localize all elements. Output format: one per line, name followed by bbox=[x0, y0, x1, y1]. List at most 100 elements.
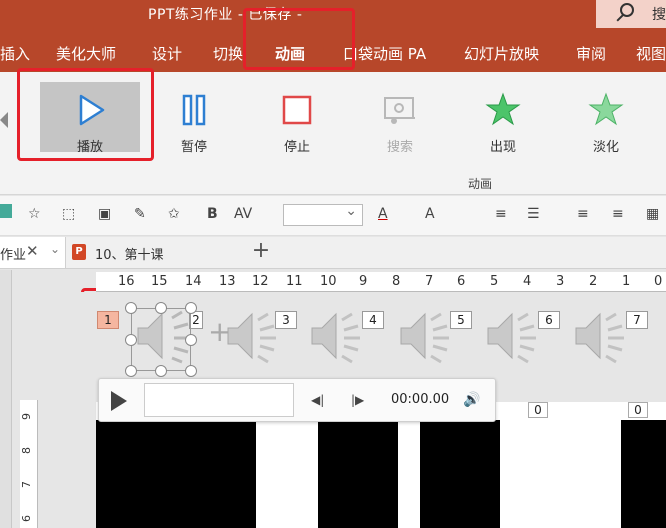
layout-icon[interactable] bbox=[0, 204, 12, 218]
speaker-icon[interactable] bbox=[222, 306, 282, 366]
resize-handle[interactable] bbox=[155, 302, 167, 314]
sound-number: 4 bbox=[362, 311, 384, 329]
tab-view[interactable]: 视图 bbox=[636, 43, 666, 64]
resize-handle[interactable] bbox=[125, 365, 137, 377]
bullets-icon[interactable]: ☰ bbox=[527, 206, 540, 222]
speaker-icon[interactable] bbox=[570, 306, 630, 366]
fade-button-label: 淡化 bbox=[592, 140, 619, 155]
align-center-icon[interactable]: ≡ bbox=[495, 206, 507, 222]
ruler-number: 15 bbox=[151, 274, 168, 289]
star-appear-icon bbox=[485, 92, 521, 126]
animation-group-label: 动画 bbox=[468, 177, 493, 191]
media-player: ◀| |▶ 00:00.00 🔊 bbox=[98, 378, 496, 422]
ruler-number: 4 bbox=[523, 274, 532, 289]
tab-transitions[interactable]: 切换 bbox=[213, 43, 243, 64]
speaker-icon[interactable] bbox=[306, 306, 366, 366]
appear-button[interactable]: 出现 bbox=[453, 82, 553, 155]
close-icon[interactable]: ✕ bbox=[26, 242, 39, 260]
ruler-number: 0 bbox=[654, 274, 663, 289]
ruler-number: 9 bbox=[20, 413, 33, 420]
tab-slideshow[interactable]: 幻灯片放映 bbox=[464, 43, 539, 64]
select-icon[interactable]: ⬚ bbox=[62, 206, 75, 222]
volume-icon[interactable]: 🔊 bbox=[463, 392, 480, 408]
player-play-icon[interactable] bbox=[111, 391, 127, 411]
speaker-icon[interactable] bbox=[482, 306, 542, 366]
align-right-icon[interactable]: ≡ bbox=[612, 206, 624, 222]
char-spacing-button[interactable]: AV bbox=[234, 206, 252, 222]
resize-handle[interactable] bbox=[125, 302, 137, 314]
search-icon bbox=[620, 3, 634, 17]
sound-number: 5 bbox=[450, 311, 472, 329]
seek-button[interactable]: 搜索 bbox=[350, 82, 450, 155]
pause-button[interactable]: 暂停 bbox=[144, 82, 244, 155]
stop-button-label: 停止 bbox=[283, 140, 310, 155]
resize-handle[interactable] bbox=[185, 334, 197, 346]
seek-button-label: 搜索 bbox=[386, 140, 413, 155]
seek-icon bbox=[384, 97, 415, 124]
selection-frame bbox=[131, 308, 191, 371]
resize-handle[interactable] bbox=[155, 365, 167, 377]
ruler-number: 6 bbox=[20, 515, 33, 522]
table-icon[interactable]: ▦ bbox=[646, 206, 659, 222]
bold-button[interactable]: B bbox=[207, 206, 218, 222]
document-tabs: 作业 ✕ ⌄ P 10、第十课 + bbox=[0, 237, 666, 269]
tab-design[interactable]: 设计 bbox=[152, 43, 182, 64]
ruler-number: 6 bbox=[457, 274, 466, 289]
star-outline-icon[interactable]: ☆ bbox=[28, 206, 41, 222]
ruler-number: 8 bbox=[20, 447, 33, 454]
powerpoint-icon: P bbox=[72, 244, 86, 260]
progress-track[interactable] bbox=[144, 383, 294, 417]
present-icon[interactable]: ▣ bbox=[98, 206, 111, 222]
resize-handle[interactable] bbox=[125, 334, 137, 346]
align-left-icon[interactable]: ≡ bbox=[577, 206, 589, 222]
appear-button-label: 出现 bbox=[489, 140, 516, 155]
piano-key-black bbox=[420, 420, 500, 528]
stop-icon bbox=[282, 95, 312, 125]
star-icon[interactable]: ✩ bbox=[168, 206, 180, 222]
font-size-combo[interactable] bbox=[283, 203, 363, 226]
skip-forward-icon[interactable]: |▶ bbox=[351, 393, 364, 407]
ruler-number: 10 bbox=[320, 274, 337, 289]
ruler-number: 11 bbox=[286, 274, 303, 289]
add-tab-button[interactable]: + bbox=[248, 239, 274, 265]
counter-label: 0 bbox=[528, 402, 548, 418]
grow-font-button[interactable]: A bbox=[425, 206, 435, 222]
font-color-button[interactable]: A bbox=[378, 206, 388, 222]
doc-tab-homework[interactable]: 作业 ✕ ⌄ bbox=[0, 237, 66, 268]
search-box[interactable]: 搜 bbox=[596, 0, 666, 28]
highlight-animations-tab bbox=[243, 8, 355, 70]
speaker-icon[interactable] bbox=[395, 306, 455, 366]
skip-back-icon[interactable]: ◀| bbox=[311, 393, 324, 407]
sound-number: 1 bbox=[97, 311, 119, 329]
ruler-number: 14 bbox=[185, 274, 202, 289]
stop-button[interactable]: 停止 bbox=[247, 82, 347, 155]
chevron-down-icon[interactable]: ⌄ bbox=[50, 242, 60, 256]
scroll-left-icon[interactable] bbox=[0, 112, 8, 128]
ruler-number: 2 bbox=[589, 274, 598, 289]
tab-insert[interactable]: 插入 bbox=[0, 43, 30, 64]
tab-review[interactable]: 审阅 bbox=[576, 43, 606, 64]
doc-tab-homework-label: 作业 bbox=[0, 248, 27, 263]
doc-tab-lesson10[interactable]: P 10、第十课 bbox=[67, 237, 242, 268]
piano-key-black bbox=[318, 420, 398, 528]
format-toolbar: ☆ ⬚ ▣ ✎ ✩ B AV A A ≡ ☰ ≡ ≡ ▦ bbox=[0, 196, 666, 236]
playback-time: 00:00.00 bbox=[391, 392, 450, 407]
ruler-number: 5 bbox=[490, 274, 499, 289]
star-fade-icon bbox=[588, 92, 624, 126]
sound-number: 3 bbox=[275, 311, 297, 329]
resize-handle[interactable] bbox=[185, 365, 197, 377]
ruler-number: 16 bbox=[118, 274, 135, 289]
ruler-number: 3 bbox=[556, 274, 565, 289]
resize-handle[interactable] bbox=[185, 302, 197, 314]
ruler-number: 9 bbox=[359, 274, 368, 289]
ruler-number: 13 bbox=[219, 274, 236, 289]
search-label: 搜 bbox=[652, 7, 666, 23]
fade-button[interactable]: 淡化 bbox=[556, 82, 656, 155]
ruler-number: 8 bbox=[392, 274, 401, 289]
ruler-number: 7 bbox=[425, 274, 434, 289]
highlight-play-button bbox=[17, 68, 154, 161]
tab-pocket-animation[interactable]: 口袋动画 PA bbox=[343, 43, 426, 64]
tab-beautify-master[interactable]: 美化大师 bbox=[56, 43, 116, 64]
brush-icon[interactable]: ✎ bbox=[134, 206, 146, 222]
ruler-number: 12 bbox=[252, 274, 269, 289]
